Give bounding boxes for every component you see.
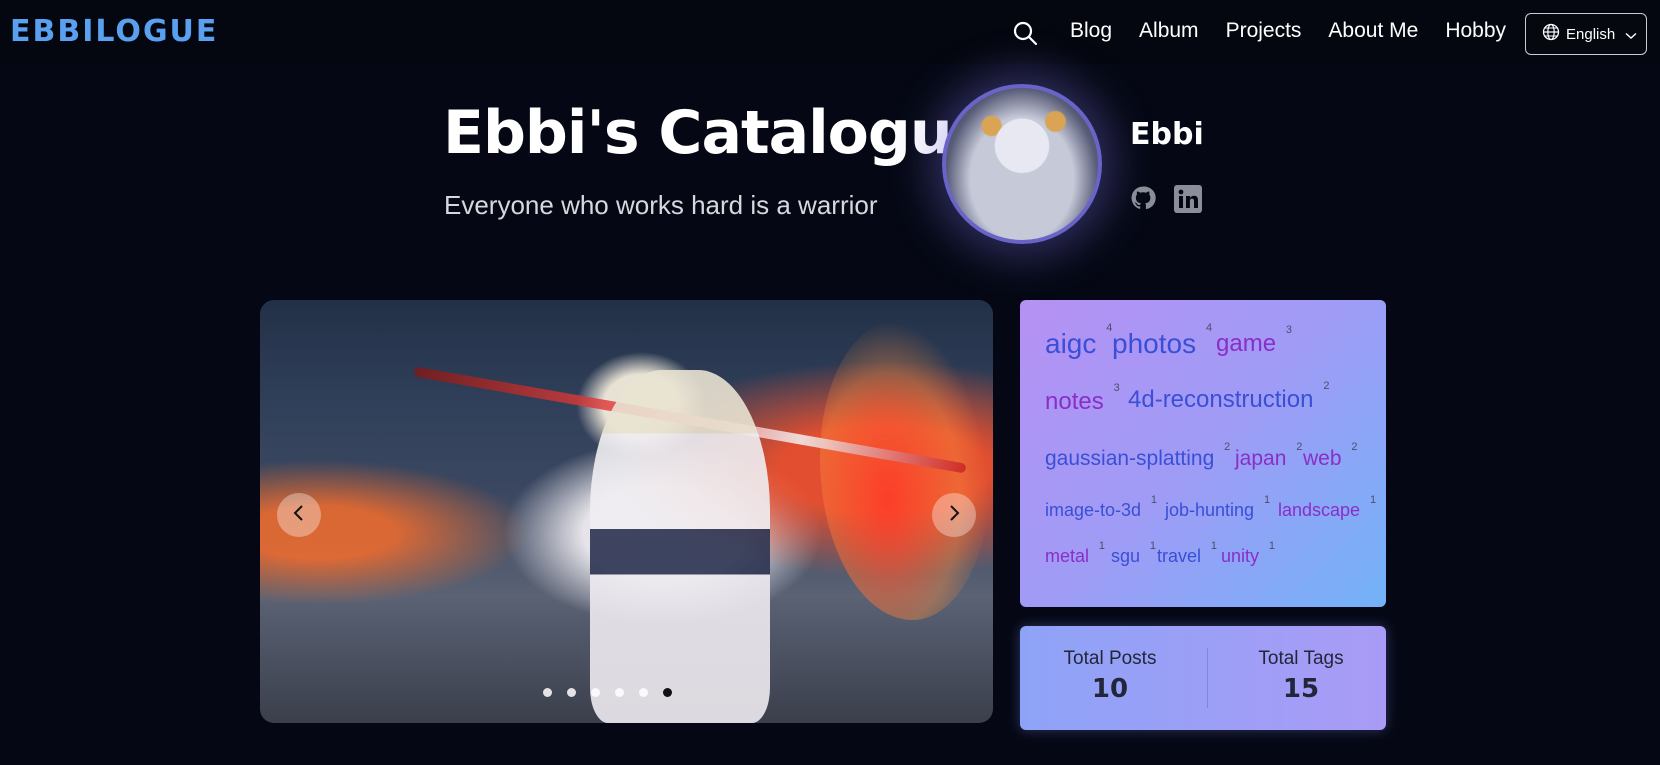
carousel-prev-button[interactable] [277, 493, 321, 537]
tag-count: 4 [1205, 322, 1213, 334]
stats-divider [1207, 648, 1208, 708]
tag-travel[interactable]: travel 1 [1157, 540, 1217, 567]
nav-link-hobby[interactable]: Hobby [1445, 19, 1506, 43]
stat-total-posts: Total Posts 10 [1030, 648, 1190, 704]
carousel-dot[interactable] [639, 688, 648, 697]
stat-label: Total Tags [1258, 648, 1344, 669]
nav-link-projects[interactable]: Projects [1226, 19, 1302, 43]
tag-metal[interactable]: metal 1 [1045, 540, 1105, 567]
avatar-glow [942, 84, 1102, 244]
stat-total-tags: Total Tags 15 [1221, 648, 1381, 704]
tag-photos[interactable]: photos 4 [1112, 322, 1212, 360]
tag-count: 1 [1263, 494, 1271, 506]
github-icon[interactable] [1130, 185, 1158, 213]
tag-count: 2 [1224, 441, 1231, 453]
globe-icon [1542, 23, 1560, 45]
tag-label: metal [1045, 546, 1090, 566]
tag-aigc[interactable]: aigc 4 [1045, 322, 1112, 360]
tag-game[interactable]: game 3 [1216, 324, 1292, 358]
tag-count: 1 [1268, 540, 1276, 552]
tag-label: game [1216, 330, 1277, 357]
nav-link-blog[interactable]: Blog [1070, 19, 1112, 43]
tag-count: 1 [1098, 540, 1106, 552]
tag-count: 1 [1369, 494, 1377, 506]
carousel-dots [543, 688, 687, 697]
tag-count: 1 [1149, 540, 1157, 552]
tag-web[interactable]: web 2 [1303, 441, 1358, 471]
stat-value: 10 [1091, 674, 1129, 704]
language-selector[interactable]: English [1525, 13, 1647, 55]
image-carousel[interactable] [260, 300, 993, 723]
tag-landscape[interactable]: landscape 1 [1278, 494, 1376, 521]
tag-label: photos [1112, 328, 1197, 359]
tag-label: japan [1235, 447, 1287, 470]
nav-link-album[interactable]: Album [1139, 19, 1199, 43]
tag-4d-reconstruction[interactable]: 4d-reconstruction 2 [1128, 380, 1329, 414]
page-title: Ebbi's Catalogue [443, 98, 992, 168]
tag-label: travel [1157, 546, 1202, 566]
tag-gaussian-splatting[interactable]: gaussian-splatting 2 [1045, 441, 1230, 471]
linkedin-icon[interactable] [1174, 185, 1202, 213]
tag-count: 1 [1150, 494, 1158, 506]
tag-count: 2 [1323, 380, 1330, 392]
tag-label: aigc [1045, 328, 1097, 359]
tag-count: 1 [1210, 540, 1218, 552]
tag-label: 4d-reconstruction [1128, 386, 1314, 413]
chevron-left-icon [292, 504, 306, 526]
tag-job-hunting[interactable]: job-hunting 1 [1165, 494, 1270, 521]
tag-unity[interactable]: unity 1 [1221, 540, 1275, 567]
carousel-dot[interactable] [567, 688, 576, 697]
tag-count: 2 [1296, 441, 1303, 453]
carousel-dot[interactable] [615, 688, 624, 697]
tag-label: image-to-3d [1045, 500, 1142, 520]
tag-count: 3 [1285, 324, 1293, 336]
tag-japan[interactable]: japan 2 [1235, 441, 1302, 471]
stats-card: Total Posts 10 Total Tags 15 [1020, 626, 1386, 730]
carousel-dot[interactable] [591, 688, 600, 697]
tag-count: 3 [1113, 382, 1120, 394]
tag-label: gaussian-splatting [1045, 447, 1215, 470]
slide-image-figure [590, 370, 770, 723]
nav-links: Blog Album Projects About Me Hobby [1070, 19, 1533, 43]
tag-notes[interactable]: notes 3 [1045, 382, 1120, 416]
top-nav: EBBILOGUE Blog Album Projects About Me H… [0, 0, 1660, 64]
tag-label: unity [1221, 546, 1260, 566]
page-subtitle: Everyone who works hard is a warrior [444, 190, 878, 220]
stat-label: Total Posts [1063, 648, 1157, 669]
language-label: English [1566, 25, 1616, 43]
tag-label: sgu [1111, 546, 1141, 566]
stat-value: 15 [1282, 674, 1320, 704]
tag-label: web [1303, 447, 1342, 470]
tag-label: job-hunting [1165, 500, 1255, 520]
tag-label: notes [1045, 388, 1104, 415]
profile-name: Ebbi [1130, 117, 1204, 152]
carousel-dot-active[interactable] [663, 688, 672, 697]
tag-label: landscape [1278, 500, 1361, 520]
chevron-down-icon [1625, 25, 1637, 44]
tag-cloud: aigc 4 photos 4 game 3 notes 3 4d-reconstruc… [1020, 300, 1386, 607]
carousel-dot[interactable] [543, 688, 552, 697]
nav-link-about-me[interactable]: About Me [1328, 19, 1418, 43]
tag-image-to-3d[interactable]: image-to-3d 1 [1045, 494, 1157, 521]
tag-sgu[interactable]: sgu 1 [1111, 540, 1156, 567]
chevron-right-icon [947, 504, 961, 526]
search-icon[interactable] [1012, 20, 1038, 46]
carousel-next-button[interactable] [932, 493, 976, 537]
site-logo[interactable]: EBBILOGUE [10, 14, 218, 49]
tag-count: 2 [1351, 441, 1358, 453]
avatar[interactable] [942, 84, 1102, 244]
